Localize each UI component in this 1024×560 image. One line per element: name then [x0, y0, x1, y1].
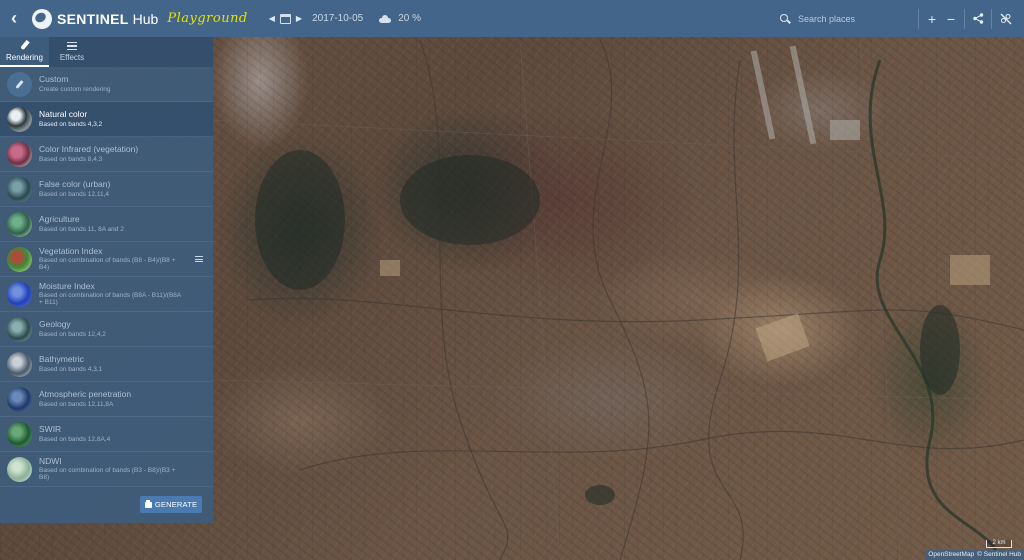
item-title: Vegetation Index [39, 246, 103, 256]
next-date-button[interactable]: ▶ [293, 14, 305, 23]
rendering-item-vegetation-index[interactable]: Vegetation Index Based on combination of… [0, 242, 213, 277]
menu-icon[interactable] [195, 256, 203, 262]
preview-thumbnail [7, 141, 32, 167]
preview-thumbnail [7, 316, 32, 342]
globe-icon [32, 8, 52, 29]
item-subtitle: Based on combination of bands (B3 - B8)/… [39, 467, 176, 482]
rendering-item-ndwi[interactable]: NDWI Based on combination of bands (B3 -… [0, 452, 213, 487]
item-subtitle: Based on combination of bands (B8A - B11… [39, 292, 181, 307]
item-title: SWIR [39, 425, 62, 435]
item-title: NDWI [39, 456, 62, 466]
preview-thumbnail [7, 281, 32, 307]
brush-icon [7, 71, 32, 97]
preview-thumbnail [7, 211, 32, 237]
rendering-panel: Rendering Effects Custom Create custom r… [0, 37, 213, 523]
item-title: Bathymetric [39, 355, 84, 365]
chevron-left-icon: ‹ [11, 8, 17, 28]
rendering-item-bathymetric[interactable]: Bathymetric Based on bands 4,3,1 [0, 347, 213, 382]
date-value[interactable]: 2017-10-05 [312, 13, 363, 24]
item-subtitle: Based on bands 11, 8A and 2 [39, 225, 124, 233]
brand-tag: Playground [167, 11, 248, 26]
tab-label: Rendering [6, 53, 43, 62]
toolbar-divider [964, 9, 965, 29]
rendering-item-geology[interactable]: Geology Based on bands 12,4,2 [0, 312, 213, 347]
cloud-coverage-value: 20 % [398, 13, 422, 24]
brand-hub: Hub [132, 10, 159, 27]
item-title: Moisture Index [39, 281, 95, 291]
print-icon [144, 499, 152, 508]
rendering-item-swir[interactable]: SWIR Based on bands 12,8A,4 [0, 417, 213, 452]
rendering-list: Custom Create custom rendering Natural c… [0, 67, 213, 487]
item-title: Geology [39, 320, 71, 330]
preview-thumbnail [7, 351, 32, 377]
item-subtitle: Based on bands 12,4,2 [39, 330, 106, 338]
rendering-item-color-infrared[interactable]: Color Infrared (vegetation) Based on ban… [0, 137, 213, 172]
preview-thumbnail [7, 176, 32, 202]
prev-date-button[interactable]: ◀ [266, 14, 278, 23]
tab-rendering[interactable]: Rendering [0, 37, 49, 67]
search-box [780, 0, 918, 37]
item-subtitle: Based on bands 12,8A,4 [39, 435, 111, 443]
search-input[interactable] [798, 13, 918, 24]
rendering-item-atmospheric-penetration[interactable]: Atmospheric penetration Based on bands 1… [0, 382, 213, 417]
panel-tabs: Rendering Effects [0, 37, 213, 67]
rendering-item-false-color-urban[interactable]: False color (urban) Based on bands 12,11… [0, 172, 213, 207]
brand-name: SENTINEL [57, 10, 129, 27]
map-attribution: OpenStreetMap © Sentinel Hub [925, 550, 1024, 560]
cloud-coverage[interactable]: 20 % [379, 13, 421, 24]
preview-thumbnail [7, 456, 32, 482]
item-title: Natural color [39, 110, 88, 120]
preview-thumbnail [7, 246, 32, 272]
date-picker: ◀ ▶ 2017-10-05 [266, 13, 363, 24]
toolbar-divider [918, 9, 919, 29]
map-scale: 2 km [986, 540, 1012, 548]
item-subtitle: Create custom rendering [39, 85, 111, 93]
item-subtitle: Based on bands 4,3,2 [39, 120, 103, 128]
item-subtitle: Based on bands 8,4,3 [39, 155, 103, 163]
generate-label: GENERATE [154, 500, 198, 509]
brush-icon [19, 39, 30, 51]
item-title: Color Infrared (vegetation) [39, 145, 139, 155]
calendar-icon[interactable] [279, 13, 291, 24]
top-bar: ‹ SENTINEL Hub Playground ◀ ▶ 2017-10-05… [0, 0, 1024, 37]
zoom-out-button[interactable]: − [940, 0, 962, 37]
preview-thumbnail [7, 386, 32, 412]
preview-thumbnail [7, 106, 32, 132]
preview-thumbnail [7, 421, 32, 447]
item-subtitle: Based on bands 4,3,1 [39, 365, 103, 373]
back-button[interactable]: ‹ [0, 0, 28, 37]
item-title: Agriculture [39, 215, 80, 225]
tab-effects[interactable]: Effects [49, 37, 95, 67]
rendering-item-custom[interactable]: Custom Create custom rendering [0, 67, 213, 102]
toolbar-divider [991, 9, 992, 29]
item-subtitle: Based on bands 12,11,4 [39, 190, 109, 198]
share-icon [972, 13, 983, 24]
logo: SENTINEL Hub Playground [32, 8, 248, 29]
generate-button[interactable]: GENERATE [140, 496, 202, 513]
sliders-icon [67, 42, 77, 50]
item-title: Custom [39, 75, 69, 85]
cloud-icon [379, 14, 392, 23]
item-title: False color (urban) [39, 180, 111, 190]
rendering-item-moisture-index[interactable]: Moisture Index Based on combination of b… [0, 277, 213, 312]
compare-icon [1000, 13, 1012, 24]
item-title: Atmospheric penetration [39, 390, 132, 400]
attribution-osm[interactable]: OpenStreetMap [928, 550, 974, 560]
item-subtitle: Based on bands 12,11,8A [39, 400, 114, 408]
compare-button[interactable] [995, 0, 1017, 37]
search-icon [780, 13, 790, 24]
rendering-item-agriculture[interactable]: Agriculture Based on bands 11, 8A and 2 [0, 207, 213, 242]
attribution-sentinel[interactable]: © Sentinel Hub [977, 550, 1021, 560]
tab-label: Effects [59, 53, 85, 62]
item-subtitle: Based on combination of bands (B8 - B4)/… [39, 257, 176, 272]
share-button[interactable] [967, 0, 989, 37]
rendering-item-natural-color[interactable]: Natural color Based on bands 4,3,2 [0, 102, 213, 137]
